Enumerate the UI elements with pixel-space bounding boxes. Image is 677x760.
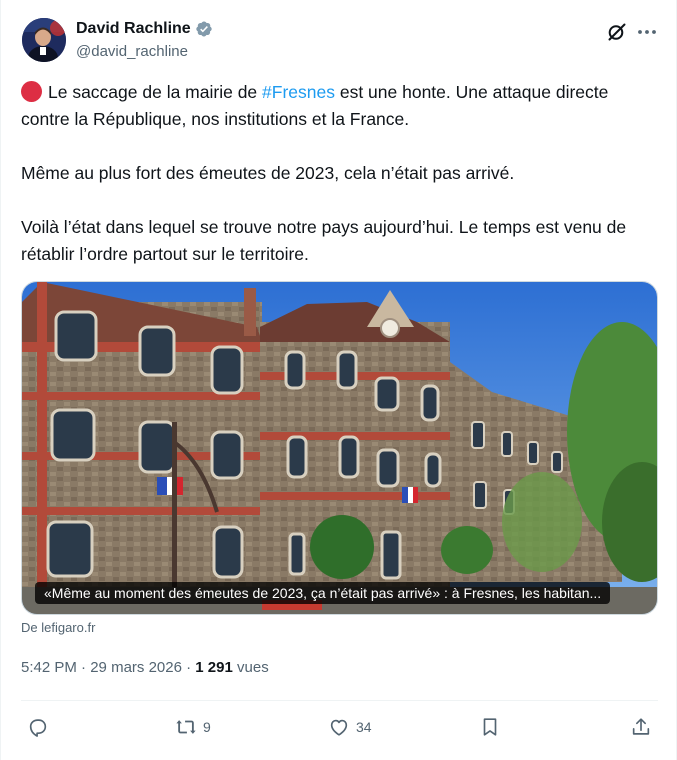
meta-separator: · [181, 659, 196, 676]
tweet-time[interactable]: 5:42 PM [21, 659, 77, 676]
town-hall-photo [22, 282, 657, 614]
reply-icon [29, 719, 47, 737]
tweet-paragraph-2: Même au plus fort des émeutes de 2023, c… [21, 163, 515, 183]
heart-icon [330, 719, 348, 736]
divider [21, 700, 658, 701]
link-card-title[interactable]: «Même au moment des émeutes de 2023, ça … [35, 582, 611, 604]
author-handle[interactable]: @david_rachline [76, 42, 188, 62]
tweet-text: Le saccage de la mairie de #Fresnes est … [21, 79, 651, 268]
more-icon [638, 30, 656, 34]
share-icon [632, 718, 650, 735]
author-avatar[interactable] [22, 18, 66, 62]
grok-button[interactable] [605, 20, 629, 44]
tweet-date[interactable]: 29 mars 2026 [90, 659, 182, 676]
grok-icon [608, 23, 626, 41]
bookmark-button[interactable] [479, 711, 501, 743]
tweet-card: David Rachline @david_rachline Le saccag… [0, 0, 677, 760]
avatar-image [22, 18, 66, 62]
link-source[interactable]: De lefigaro.fr [21, 619, 95, 637]
tweet-text-part: Le saccage de la mairie de [48, 82, 263, 102]
retweet-button[interactable]: 9 [175, 711, 211, 743]
tweet-paragraph-1: Le saccage de la mairie de #Fresnes est … [21, 79, 651, 133]
red-circle-emoji-icon [21, 81, 42, 102]
action-bar: 9 34 [1, 711, 677, 743]
more-options-button[interactable] [635, 20, 659, 44]
reply-button[interactable] [27, 711, 55, 743]
meta-separator: · [76, 659, 91, 676]
link-card-image[interactable]: «Même au moment des émeutes de 2023, ça … [21, 281, 658, 615]
retweet-count: 9 [203, 719, 211, 735]
author-name[interactable]: David Rachline [76, 19, 213, 39]
views-label: vues [232, 659, 269, 676]
views-count: 1 291 [195, 659, 233, 676]
retweet-icon [176, 720, 196, 734]
like-count: 34 [356, 719, 372, 735]
like-button[interactable]: 34 [328, 711, 372, 743]
hashtag-link[interactable]: #Fresnes [262, 82, 335, 102]
tweet-paragraph-3: Voilà l’état dans lequel se trouve notre… [21, 217, 627, 264]
tweet-meta: 5:42 PM · 29 mars 2026 · 1 291 vues [21, 657, 269, 679]
share-button[interactable] [630, 711, 652, 743]
verified-badge-icon[interactable] [195, 20, 213, 38]
bookmark-icon [483, 718, 497, 736]
author-name-text: David Rachline [76, 20, 191, 37]
